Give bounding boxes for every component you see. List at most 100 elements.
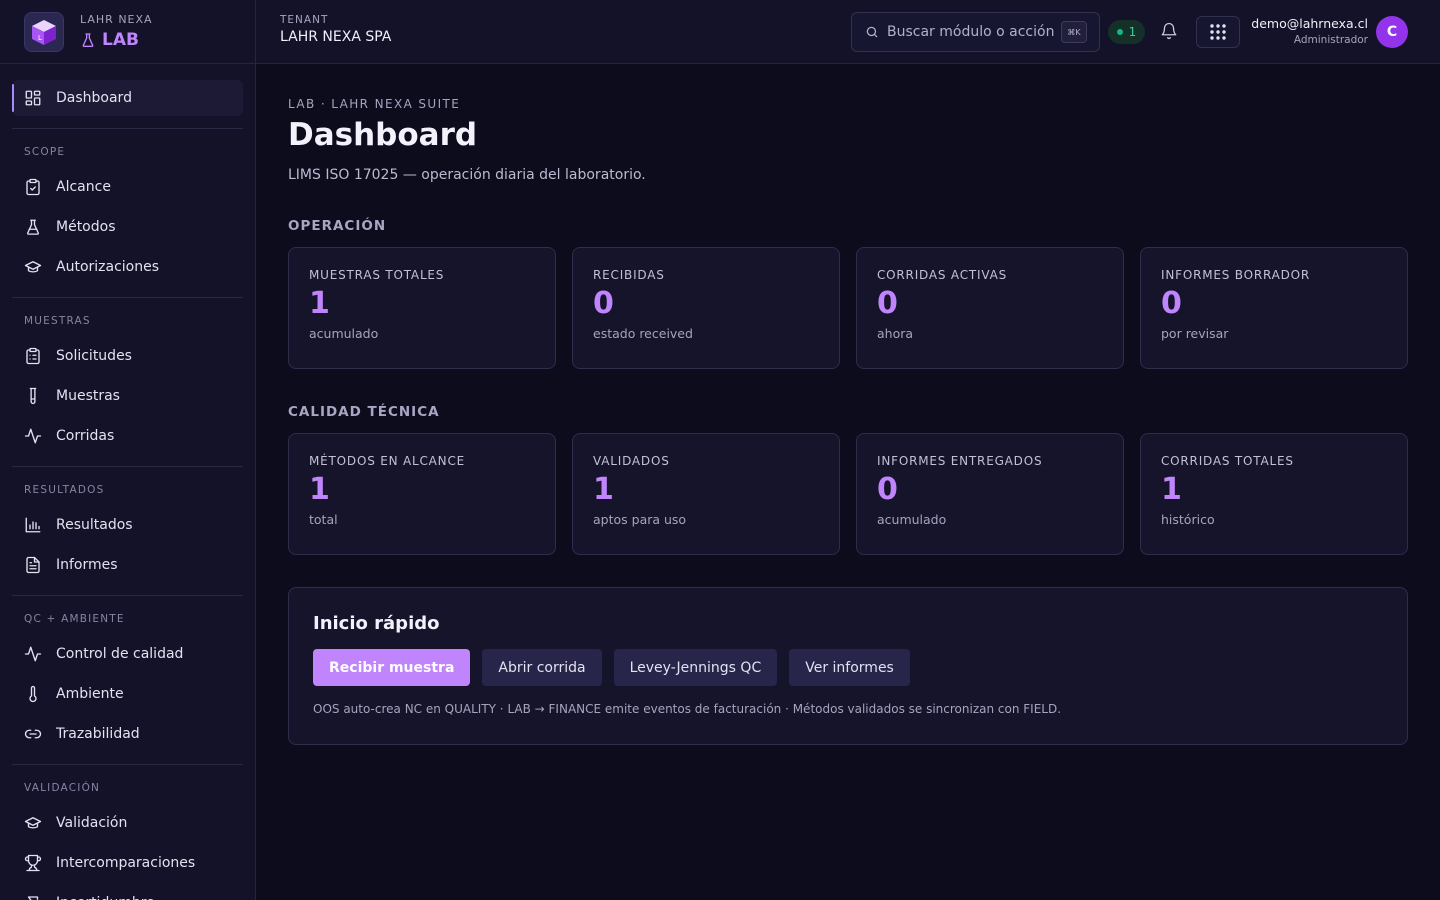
stat-card: VALIDADOS 1 aptos para uso	[572, 433, 840, 555]
calidad-cards: MÉTODOS EN ALCANCE 1 total VALIDADOS 1 a…	[288, 433, 1408, 555]
dashboard-icon	[25, 90, 41, 106]
activity-icon	[24, 428, 42, 444]
stat-card: INFORMES ENTREGADOS 0 acumulado	[856, 433, 1124, 555]
view-reports-button[interactable]: Ver informes	[789, 649, 910, 686]
sidebar-item-label: Incertidumbre	[56, 895, 155, 900]
page-title: Dashboard	[288, 117, 478, 153]
stat-card-label: INFORMES BORRADOR	[1161, 268, 1311, 282]
graduation-cap-icon	[24, 817, 42, 829]
clipboard-list-icon	[26, 347, 40, 365]
status-dot-icon	[1116, 29, 1123, 35]
stat-card: MUESTRAS TOTALES 1 acumulado	[288, 247, 556, 369]
tenant-label: TENANT	[280, 14, 329, 26]
tenant-info: TENANT LAHR NEXA SPA	[280, 14, 391, 45]
user-email: demo@lahrnexa.cl	[1251, 16, 1368, 31]
levey-jennings-qc-button[interactable]: Levey-Jennings QC	[613, 649, 778, 686]
stat-card-label: RECIBIDAS	[593, 268, 665, 282]
stat-card-value: 0	[593, 286, 614, 321]
flask-icon	[26, 219, 40, 235]
sidebar-item-label: Ambiente	[56, 686, 124, 702]
sidebar-item-metodos[interactable]: Métodos	[12, 209, 243, 245]
stat-card-label: CORRIDAS ACTIVAS	[877, 268, 1008, 282]
stat-card: CORRIDAS ACTIVAS 0 ahora	[856, 247, 1124, 369]
stat-card-value: 1	[593, 472, 614, 507]
sidebar-item-label: Informes	[56, 557, 118, 573]
sidebar-item-label: Resultados	[56, 517, 133, 533]
file-text-icon	[26, 556, 40, 574]
apps-menu-button[interactable]	[1196, 16, 1240, 48]
svg-text:L: L	[38, 34, 42, 42]
sidebar-item-label: Dashboard	[56, 90, 132, 106]
stat-card-value: 0	[877, 286, 898, 321]
status-count: 1	[1128, 25, 1137, 39]
test-tube-icon	[29, 387, 37, 405]
stat-card: CORRIDAS TOTALES 1 histórico	[1140, 433, 1408, 555]
sidebar-item-alcance[interactable]: Alcance	[12, 169, 243, 205]
sidebar-item-informes[interactable]: Informes	[12, 547, 243, 583]
flask-icon	[82, 33, 94, 47]
open-run-button[interactable]: Abrir corrida	[482, 649, 602, 686]
nav-divider	[12, 466, 243, 467]
stat-card-caption: ahora	[877, 326, 914, 341]
nav-divider	[12, 764, 243, 765]
stat-card-value: 0	[877, 472, 898, 507]
sidebar-item-incertidumbre[interactable]: Incertidumbre	[12, 885, 243, 900]
sidebar-item-label: Control de calidad	[56, 646, 184, 662]
sidebar-item-intercomparaciones[interactable]: Intercomparaciones	[12, 845, 243, 881]
nav-section-title: MUESTRAS	[24, 315, 91, 327]
breadcrumb: LAB · LAHR NEXA SUITE	[288, 97, 461, 111]
stat-card-label: MUESTRAS TOTALES	[309, 268, 445, 282]
sigma-icon	[27, 896, 39, 900]
section-title-operacion: OPERACIÓN	[288, 218, 387, 234]
sidebar-nav: Dashboard SCOPE Alcance Métodos Autorizacio…	[0, 64, 255, 900]
sidebar-item-muestras[interactable]: Muestras	[12, 378, 243, 414]
section-title-calidad: CALIDAD TÉCNICA	[288, 404, 440, 420]
nav-divider	[12, 128, 243, 129]
bell-icon	[1161, 22, 1177, 40]
sidebar-item-label: Métodos	[56, 219, 116, 235]
nav-section-title: SCOPE	[24, 146, 66, 158]
stat-card-value: 0	[1161, 286, 1182, 321]
link-icon	[24, 729, 42, 739]
activity-icon	[24, 646, 42, 662]
user-info[interactable]: demo@lahrnexa.cl Administrador	[1251, 16, 1368, 46]
avatar[interactable]: C	[1376, 16, 1408, 48]
stat-card-label: MÉTODOS EN ALCANCE	[309, 454, 466, 468]
sidebar-item-autorizaciones[interactable]: Autorizaciones	[12, 249, 243, 285]
stat-card-caption: acumulado	[877, 512, 947, 527]
stat-card-label: CORRIDAS TOTALES	[1161, 454, 1294, 468]
sidebar-item-trazabilidad[interactable]: Trazabilidad	[12, 716, 243, 752]
status-badge[interactable]: 1	[1108, 20, 1145, 44]
sidebar-item-label: Validación	[56, 815, 128, 831]
brand[interactable]: L LAHR NEXA LAB	[0, 0, 255, 64]
sidebar: L LAHR NEXA LAB Dashboard SCOPE Alcance Mé…	[0, 0, 256, 900]
stat-card-label: VALIDADOS	[593, 454, 670, 468]
search-shortcut: ⌘K	[1061, 21, 1087, 43]
search-input[interactable]: Buscar módulo o acción ⌘K	[851, 12, 1100, 52]
stat-card-caption: por revisar	[1161, 326, 1229, 341]
stat-card-value: 1	[309, 472, 330, 507]
sidebar-item-corridas[interactable]: Corridas	[12, 418, 243, 454]
sidebar-item-label: Corridas	[56, 428, 115, 444]
user-role: Administrador	[1293, 34, 1368, 46]
thermometer-icon	[29, 685, 37, 703]
notifications-button[interactable]	[1160, 22, 1178, 44]
sidebar-item-ambiente[interactable]: Ambiente	[12, 676, 243, 712]
quick-start-title: Inicio rápido	[313, 613, 440, 634]
nav-section-title: VALIDACIÓN	[24, 782, 101, 794]
sidebar-item-dashboard[interactable]: Dashboard	[12, 80, 243, 116]
graduation-cap-icon	[24, 261, 42, 273]
stat-card-value: 1	[1161, 472, 1182, 507]
stat-card: RECIBIDAS 0 estado received	[572, 247, 840, 369]
sidebar-item-resultados[interactable]: Resultados	[12, 507, 243, 543]
stat-card-caption: estado received	[593, 326, 693, 341]
brand-org: LAHR NEXA	[80, 13, 153, 26]
operacion-cards: MUESTRAS TOTALES 1 acumulado RECIBIDAS 0…	[288, 247, 1408, 369]
sidebar-item-solicitudes[interactable]: Solicitudes	[12, 338, 243, 374]
receive-sample-button[interactable]: Recibir muestra	[313, 649, 471, 686]
brand-app: LAB	[80, 30, 153, 50]
sidebar-item-validacion[interactable]: Validación	[12, 805, 243, 841]
sidebar-item-label: Muestras	[56, 388, 120, 404]
tenant-name: LAHR NEXA SPA	[280, 29, 392, 45]
sidebar-item-control-de-calidad[interactable]: Control de calidad	[12, 636, 243, 672]
